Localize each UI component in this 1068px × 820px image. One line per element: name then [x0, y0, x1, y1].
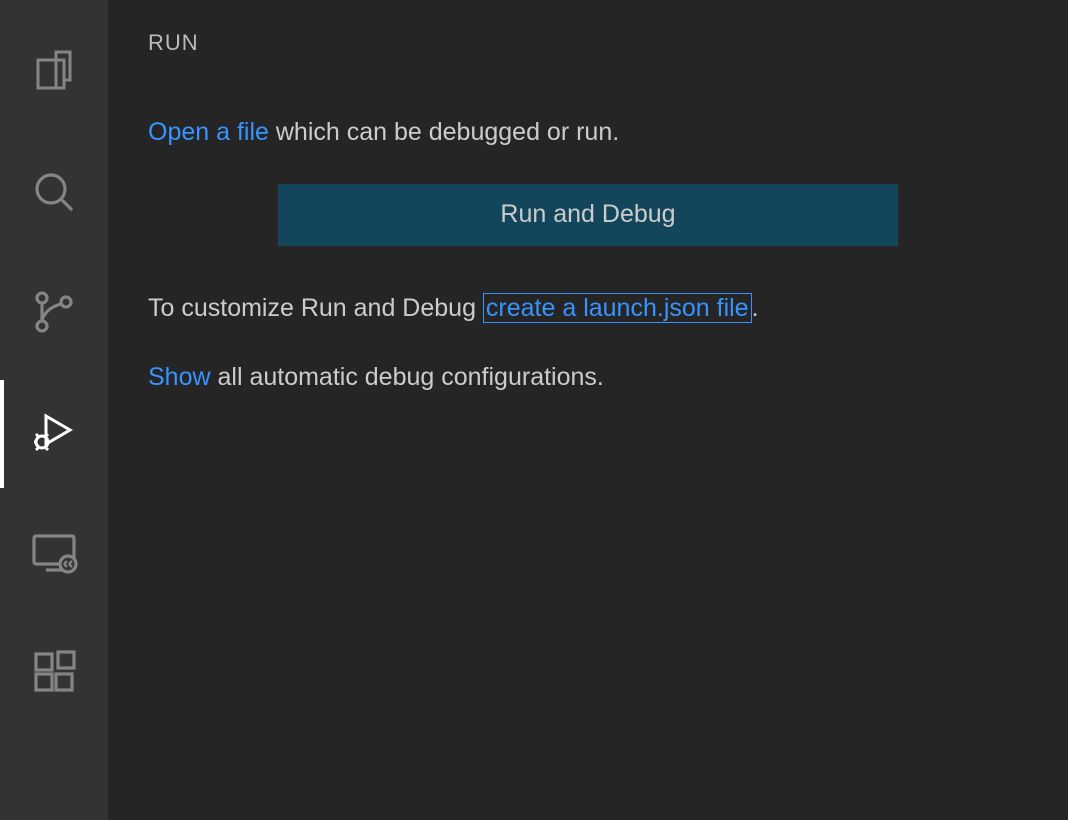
open-file-link[interactable]: Open a file [148, 118, 269, 146]
customize-suffix: . [752, 294, 759, 322]
customize-prefix: To customize Run and Debug [148, 294, 483, 322]
panel-body: Open a file which can be debugged or run… [148, 114, 1028, 397]
activity-explorer[interactable] [0, 20, 108, 128]
panel-title: RUN [148, 30, 1028, 56]
run-panel: RUN Open a file which can be debugged or… [108, 0, 1068, 820]
source-control-icon [30, 288, 78, 341]
run-debug-icon [30, 408, 78, 461]
activity-bar [0, 0, 108, 820]
activity-search[interactable] [0, 140, 108, 248]
activity-remote-explorer[interactable] [0, 500, 108, 608]
show-link[interactable]: Show [148, 363, 211, 391]
show-suffix: all automatic debug configurations. [211, 363, 604, 391]
search-icon [30, 168, 78, 221]
run-and-debug-button[interactable]: Run and Debug [278, 184, 898, 246]
remote-explorer-icon [30, 528, 78, 581]
activity-extensions[interactable] [0, 620, 108, 728]
show-configs-text: Show all automatic debug configurations. [148, 359, 1028, 397]
files-icon [30, 48, 78, 101]
open-file-suffix: which can be debugged or run. [269, 118, 619, 146]
create-launch-json-link[interactable]: create a launch.json file [483, 293, 752, 323]
activity-run-debug[interactable] [0, 380, 108, 488]
extensions-icon [30, 648, 78, 701]
activity-source-control[interactable] [0, 260, 108, 368]
open-file-text: Open a file which can be debugged or run… [148, 114, 1028, 152]
customize-text: To customize Run and Debug create a laun… [148, 290, 1028, 328]
